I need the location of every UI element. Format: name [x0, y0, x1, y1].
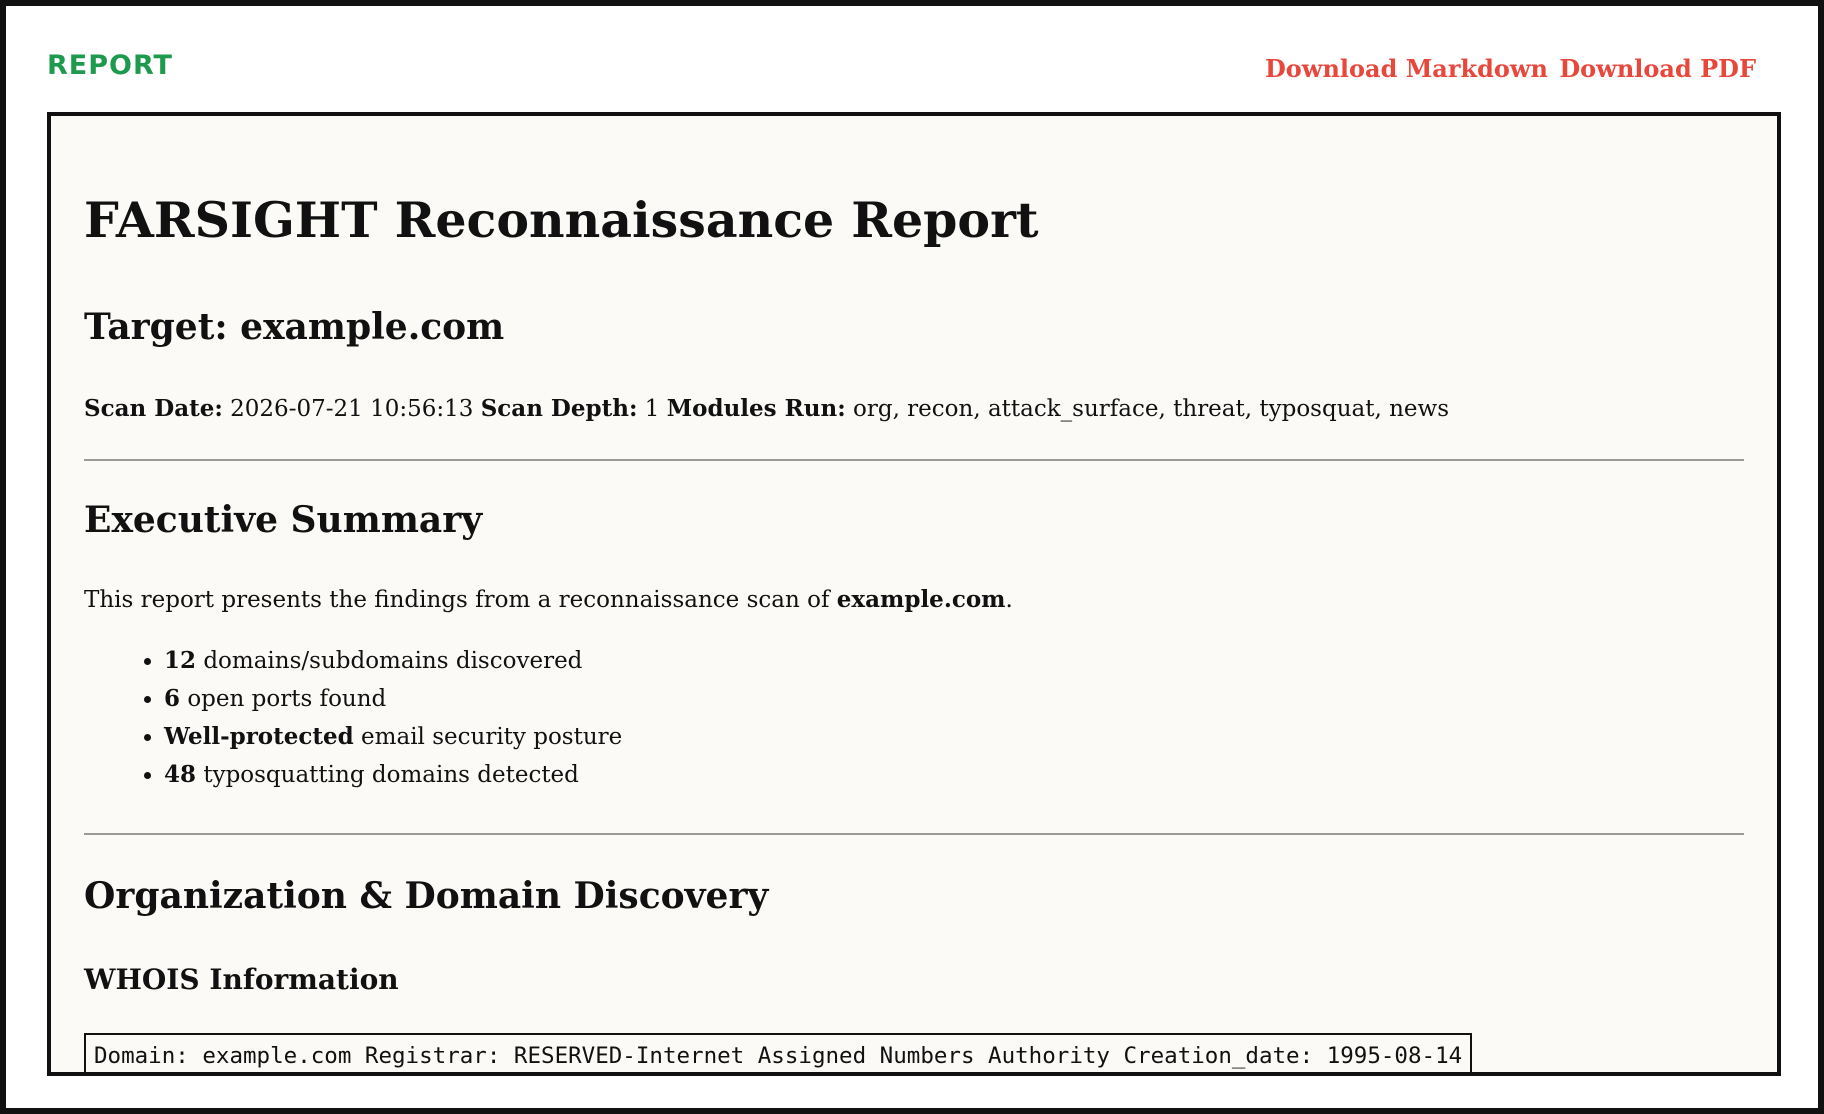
divider [84, 459, 1744, 461]
scan-date-label: Scan Date: [84, 395, 223, 422]
modules-label: Modules Run: [666, 395, 846, 422]
scan-meta: Scan Date: 2026-07-21 10:56:13 Scan Dept… [84, 395, 1449, 422]
summary-text: open ports found [180, 686, 387, 712]
target-heading: Target: example.com [84, 306, 505, 348]
intro-text: This report presents the findings from a… [84, 587, 837, 613]
summary-count: Well-protected [164, 723, 354, 750]
summary-list: 12 domains/subdomains discovered 6 open … [84, 644, 622, 796]
summary-text: email security posture [353, 724, 623, 750]
summary-count: 48 [164, 761, 197, 788]
brand-logo: REPORT [47, 50, 173, 81]
intro-domain: example.com [836, 586, 1006, 613]
top-bar: REPORT Download Markdown Download PDF [6, 6, 1818, 116]
summary-text: domains/subdomains discovered [196, 648, 583, 674]
intro-suffix: . [1005, 587, 1013, 613]
scan-depth-label: Scan Depth: [480, 395, 638, 422]
app-window: REPORT Download Markdown Download PDF FA… [6, 6, 1818, 1108]
divider [84, 833, 1744, 835]
list-item: 12 domains/subdomains discovered [164, 644, 622, 682]
modules-value: org, recon, attack_surface, threat, typo… [853, 396, 1450, 422]
report-panel[interactable]: FARSIGHT Reconnaissance Report Target: e… [47, 112, 1781, 1076]
whois-heading: WHOIS Information [84, 963, 399, 996]
list-item: 48 typosquatting domains detected [164, 758, 622, 796]
summary-intro: This report presents the findings from a… [84, 586, 1013, 613]
whois-code-block[interactable]: Domain: example.com Registrar: RESERVED-… [84, 1033, 1541, 1072]
list-item: Well-protected email security posture [164, 720, 622, 758]
scan-depth-value: 1 [644, 396, 660, 422]
summary-text: typosquatting domains detected [196, 762, 579, 788]
summary-count: 12 [164, 647, 197, 674]
download-pdf-link[interactable]: Download PDF [1559, 54, 1756, 83]
report-title: FARSIGHT Reconnaissance Report [84, 191, 1039, 249]
download-markdown-link[interactable]: Download Markdown [1265, 54, 1548, 83]
org-discovery-heading: Organization & Domain Discovery [84, 875, 769, 917]
list-item: 6 open ports found [164, 682, 622, 720]
executive-summary-heading: Executive Summary [84, 499, 483, 541]
scan-date-value: 2026-07-21 10:56:13 [230, 396, 474, 422]
whois-code-text: Domain: example.com Registrar: RESERVED-… [84, 1033, 1473, 1072]
summary-count: 6 [164, 685, 181, 712]
